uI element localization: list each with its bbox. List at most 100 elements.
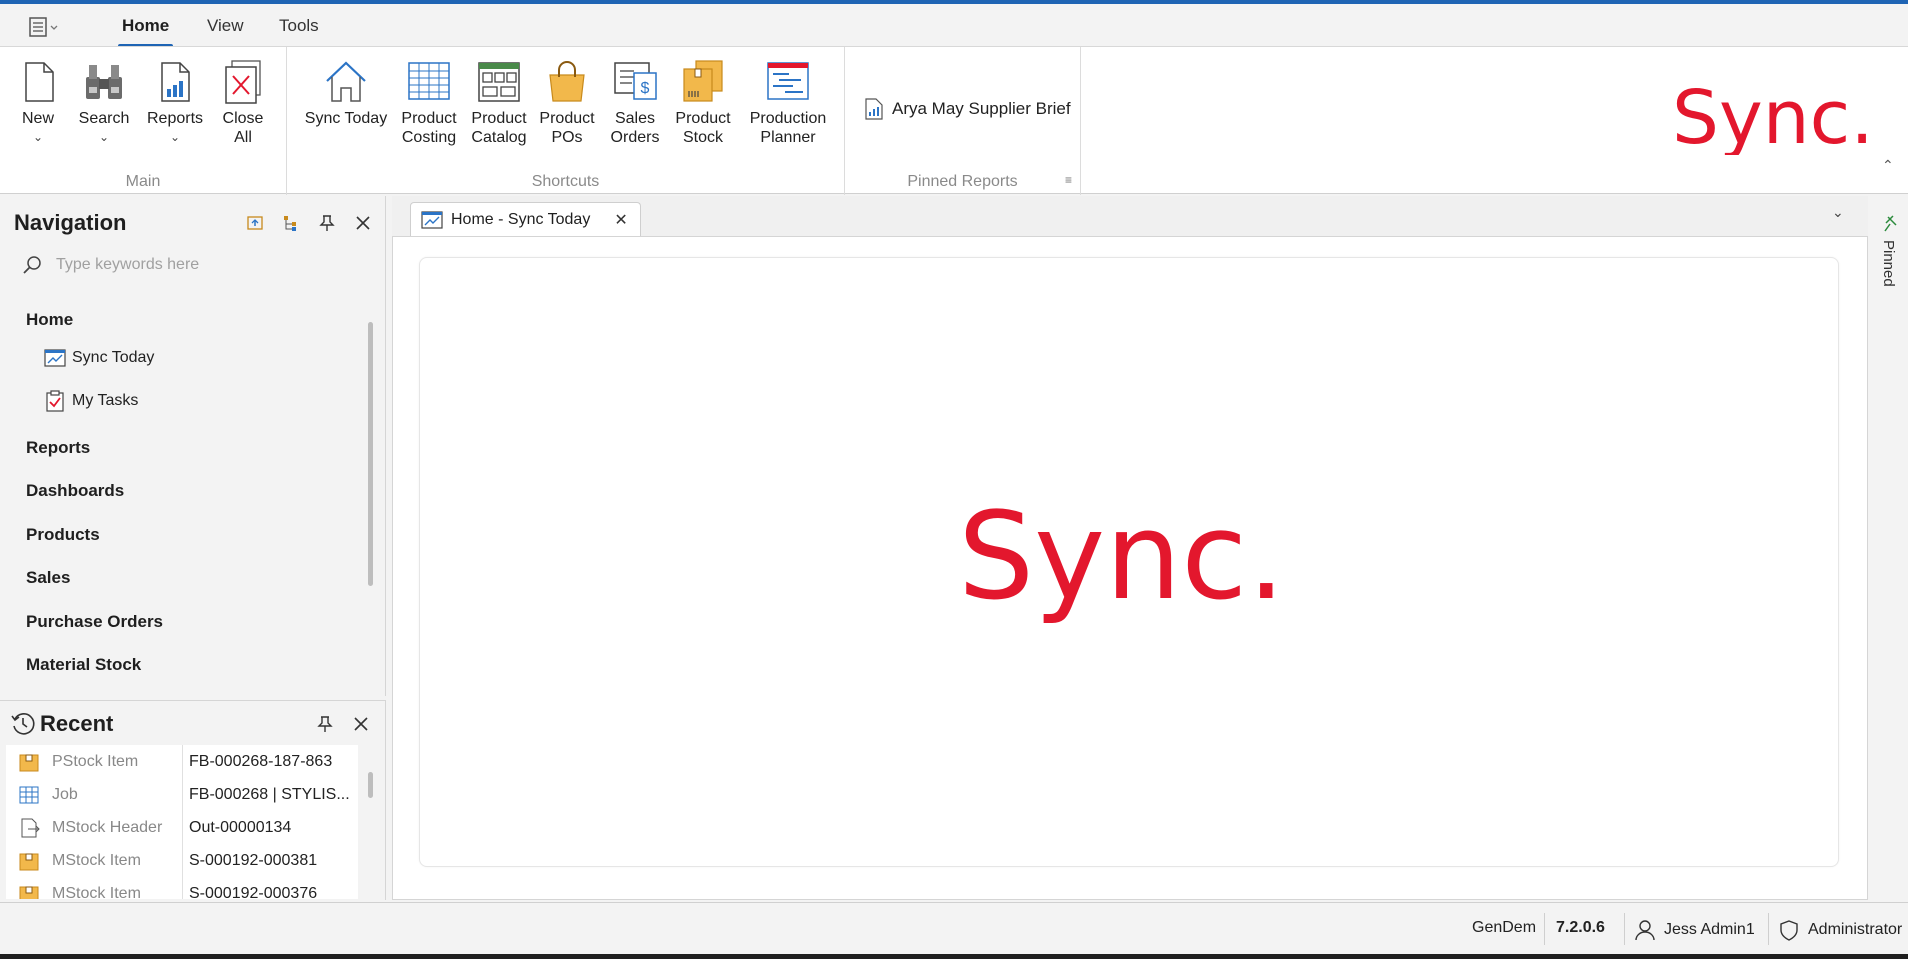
status-version: 7.2.0.6 bbox=[1556, 919, 1605, 936]
close-pane-icon[interactable] bbox=[352, 212, 374, 234]
status-user[interactable]: Jess Admin1 bbox=[1634, 919, 1755, 941]
navigation-scrollbar[interactable] bbox=[368, 322, 373, 586]
home-icon bbox=[326, 61, 366, 102]
product-stock-button[interactable]: Product Stock bbox=[673, 57, 733, 147]
product-catalog-button[interactable]: Product Catalog bbox=[469, 57, 529, 147]
sync-today-icon bbox=[44, 349, 66, 367]
shopping-bag-icon bbox=[549, 61, 585, 102]
nav-section-home[interactable]: Home bbox=[26, 310, 73, 330]
document-frame: Sync. bbox=[392, 236, 1868, 900]
search-button[interactable]: Search ⌄ bbox=[76, 57, 132, 147]
recent-scrollbar[interactable] bbox=[368, 772, 373, 798]
recent-list: PStock Item FB-000268-187-863 Job FB-000… bbox=[6, 745, 358, 899]
chevron-down-icon: ⌄ bbox=[169, 130, 181, 144]
tab-list-chevron-down-icon[interactable]: ⌄ bbox=[1832, 204, 1844, 221]
tree-sync-icon[interactable] bbox=[280, 212, 302, 234]
export-document-icon bbox=[6, 817, 52, 839]
nav-section-dashboards[interactable]: Dashboards bbox=[26, 481, 124, 501]
dialog-launcher-icon[interactable]: ≡ bbox=[1065, 173, 1072, 187]
group-label-main: Main bbox=[125, 173, 161, 190]
report-chart-icon bbox=[161, 62, 190, 102]
close-tab-icon[interactable]: ✕ bbox=[614, 210, 627, 230]
spreadsheet-icon bbox=[6, 784, 52, 806]
nav-section-purchase-orders[interactable]: Purchase Orders bbox=[26, 612, 163, 632]
binoculars-icon bbox=[86, 65, 122, 99]
user-icon bbox=[1635, 920, 1655, 941]
navigation-title: Navigation bbox=[14, 210, 127, 235]
nav-item-my-tasks[interactable]: My Tasks bbox=[44, 390, 138, 412]
svg-text:Sync.: Sync. bbox=[958, 504, 1285, 624]
shield-icon bbox=[1780, 920, 1798, 941]
sales-orders-button[interactable]: $ Sales Orders bbox=[605, 57, 665, 147]
chevron-down-icon: ⌄ bbox=[32, 130, 44, 144]
svg-text:Sync.: Sync. bbox=[1672, 85, 1874, 155]
recent-title: Recent bbox=[10, 711, 113, 737]
nav-item-sync-today[interactable]: Sync Today bbox=[44, 348, 154, 368]
stock-box-icon bbox=[6, 751, 52, 773]
product-costing-button[interactable]: Product Costing bbox=[399, 57, 459, 147]
spreadsheet-icon bbox=[408, 62, 450, 100]
ribbon-group-main: New ⌄ Search ⌄ Reports ⌄ Close All Main bbox=[0, 47, 287, 195]
sync-today-icon bbox=[421, 210, 443, 229]
close-pane-icon[interactable] bbox=[350, 713, 372, 735]
ribbon-group-shortcuts: Sync Today Product Costing Product Catal… bbox=[287, 47, 845, 195]
product-pos-button[interactable]: Product POs bbox=[537, 57, 597, 147]
menu-tab-home[interactable]: Home bbox=[117, 16, 174, 48]
group-label-shortcuts: Shortcuts bbox=[531, 173, 600, 190]
app-menu-icon bbox=[29, 17, 58, 37]
recent-tools bbox=[314, 713, 372, 735]
ribbon: New ⌄ Search ⌄ Reports ⌄ Close All Main … bbox=[0, 46, 1908, 195]
status-database: GenDem bbox=[1472, 919, 1537, 936]
pinned-side-strip[interactable]: Pinned bbox=[1874, 196, 1908, 900]
nav-section-material-stock[interactable]: Material Stock bbox=[26, 655, 141, 675]
recent-row[interactable]: MStock Header Out-00000134 bbox=[6, 811, 358, 844]
stock-box-icon bbox=[6, 883, 52, 899]
sync-today-button[interactable]: Sync Today bbox=[301, 57, 391, 128]
status-bar: GenDem 7.2.0.6 Jess Admin1 Administrator bbox=[0, 902, 1908, 954]
nav-section-reports[interactable]: Reports bbox=[26, 438, 90, 458]
reports-button[interactable]: Reports ⌄ bbox=[144, 57, 206, 147]
navigation-search-input[interactable] bbox=[56, 256, 356, 274]
production-planner-button[interactable]: Production Planner bbox=[743, 57, 833, 147]
status-role[interactable]: Administrator bbox=[1778, 919, 1902, 941]
collapse-ribbon-icon[interactable]: ⌃ bbox=[1882, 157, 1894, 174]
recent-pane: Recent PStock Item FB-000268-187-863 Job… bbox=[0, 700, 386, 900]
tab-home-sync-today[interactable]: Home - Sync Today ✕ bbox=[410, 202, 641, 236]
sync-today-panel: Sync. bbox=[419, 257, 1839, 867]
menu-tab-view[interactable]: View bbox=[207, 16, 244, 36]
history-icon bbox=[11, 713, 35, 735]
search-icon bbox=[23, 256, 41, 274]
svg-text:$: $ bbox=[641, 80, 650, 97]
close-all-button[interactable]: Close All bbox=[216, 57, 270, 147]
navigation-search bbox=[22, 250, 362, 280]
nav-section-products[interactable]: Products bbox=[26, 525, 100, 545]
pinned-report-item[interactable]: Arya May Supplier Brief bbox=[864, 97, 1071, 121]
group-label-pinned-reports: Pinned Reports bbox=[907, 173, 1018, 190]
sync-brand-logo-large: Sync. bbox=[958, 504, 1285, 624]
menu-bar: Home View Tools bbox=[0, 4, 1908, 48]
planner-icon bbox=[767, 62, 809, 100]
stock-box-icon bbox=[6, 850, 52, 872]
new-document-icon bbox=[25, 62, 54, 102]
pin-pane-icon[interactable] bbox=[316, 212, 338, 234]
navigation-pane: Navigation Home Sync Today My Tasks Repo… bbox=[0, 196, 386, 696]
pin-pane-icon[interactable] bbox=[314, 713, 336, 735]
recent-row[interactable]: Job FB-000268 | STYLIS... bbox=[6, 778, 358, 811]
stock-boxes-icon bbox=[683, 60, 723, 102]
navigation-tools bbox=[244, 212, 374, 234]
recent-row[interactable]: PStock Item FB-000268-187-863 bbox=[6, 745, 358, 778]
sales-order-icon: $ bbox=[614, 62, 657, 100]
document-area: Home - Sync Today ✕ ⌄ Sync. bbox=[392, 196, 1868, 900]
nav-section-sales[interactable]: Sales bbox=[26, 568, 70, 588]
recent-row[interactable]: MStock Item S-000192-000381 bbox=[6, 844, 358, 877]
chevron-down-icon: ⌄ bbox=[98, 130, 110, 144]
new-button[interactable]: New ⌄ bbox=[14, 57, 62, 147]
report-document-icon bbox=[865, 98, 883, 120]
recent-row[interactable]: MStock Item S-000192-000376 bbox=[6, 877, 358, 899]
expand-all-icon[interactable] bbox=[244, 212, 266, 234]
pin-icon bbox=[1884, 215, 1897, 232]
menu-tab-tools[interactable]: Tools bbox=[279, 16, 319, 36]
app-menu-button[interactable] bbox=[28, 15, 62, 39]
clipboard-check-icon bbox=[46, 390, 64, 412]
catalog-icon bbox=[478, 62, 520, 102]
